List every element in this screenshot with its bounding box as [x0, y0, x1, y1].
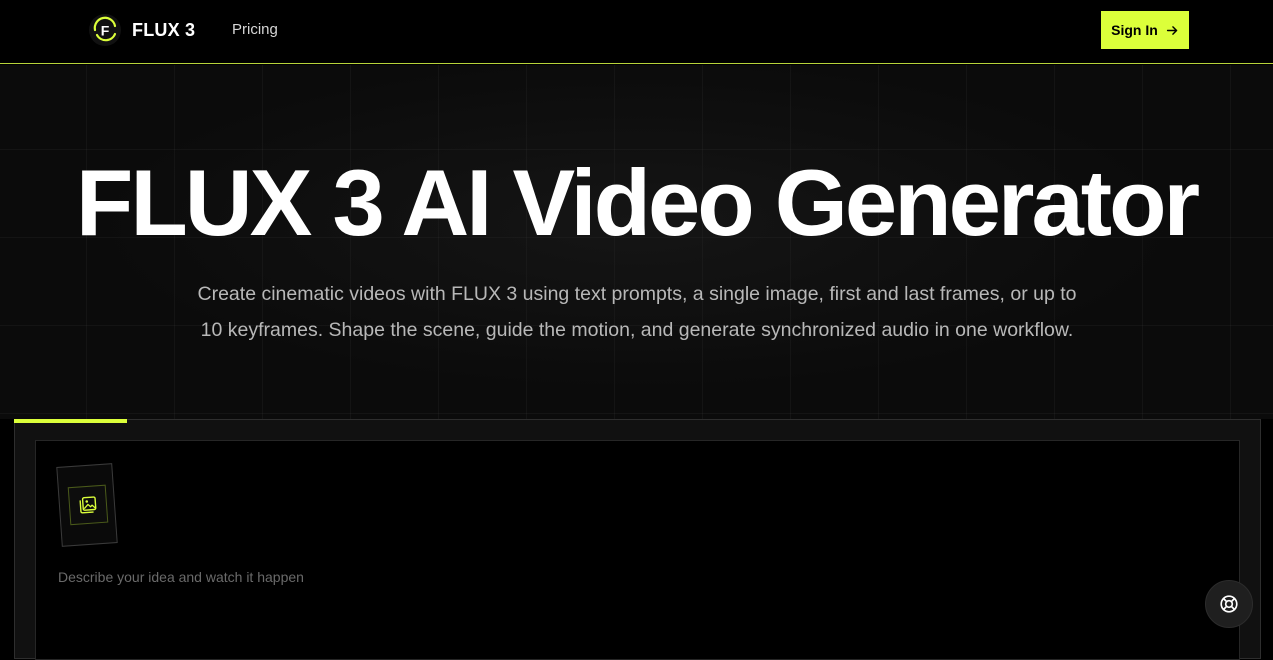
support-button[interactable]: [1205, 580, 1253, 628]
flux-logo-icon: F: [89, 14, 121, 46]
site-header: F FLUX 3 Pricing Sign In: [0, 0, 1273, 64]
composer-progress-accent: [14, 419, 127, 423]
hero-subtitle: Create cinematic videos with FLUX 3 usin…: [197, 283, 1077, 341]
image-upload-card[interactable]: [56, 463, 118, 547]
hero-section: FLUX 3 AI Video Generator Create cinemat…: [0, 65, 1273, 419]
brand-logo[interactable]: F FLUX 3: [88, 13, 195, 47]
hero-title: FLUX 3 AI Video Generator: [75, 150, 1200, 255]
arrow-right-icon: [1166, 25, 1178, 35]
sign-in-label: Sign In: [1111, 22, 1158, 38]
brand-name: FLUX 3: [132, 19, 196, 40]
nav-pricing-link[interactable]: Pricing: [232, 21, 278, 38]
logo-letter: F: [101, 23, 110, 39]
lifebuoy-icon: [1220, 595, 1238, 613]
image-upload-button[interactable]: [67, 484, 109, 526]
composer-input-area: [35, 440, 1240, 660]
prompt-input[interactable]: [58, 566, 658, 588]
sign-in-button[interactable]: Sign In: [1101, 11, 1189, 49]
image-upload-icon: [79, 496, 97, 514]
